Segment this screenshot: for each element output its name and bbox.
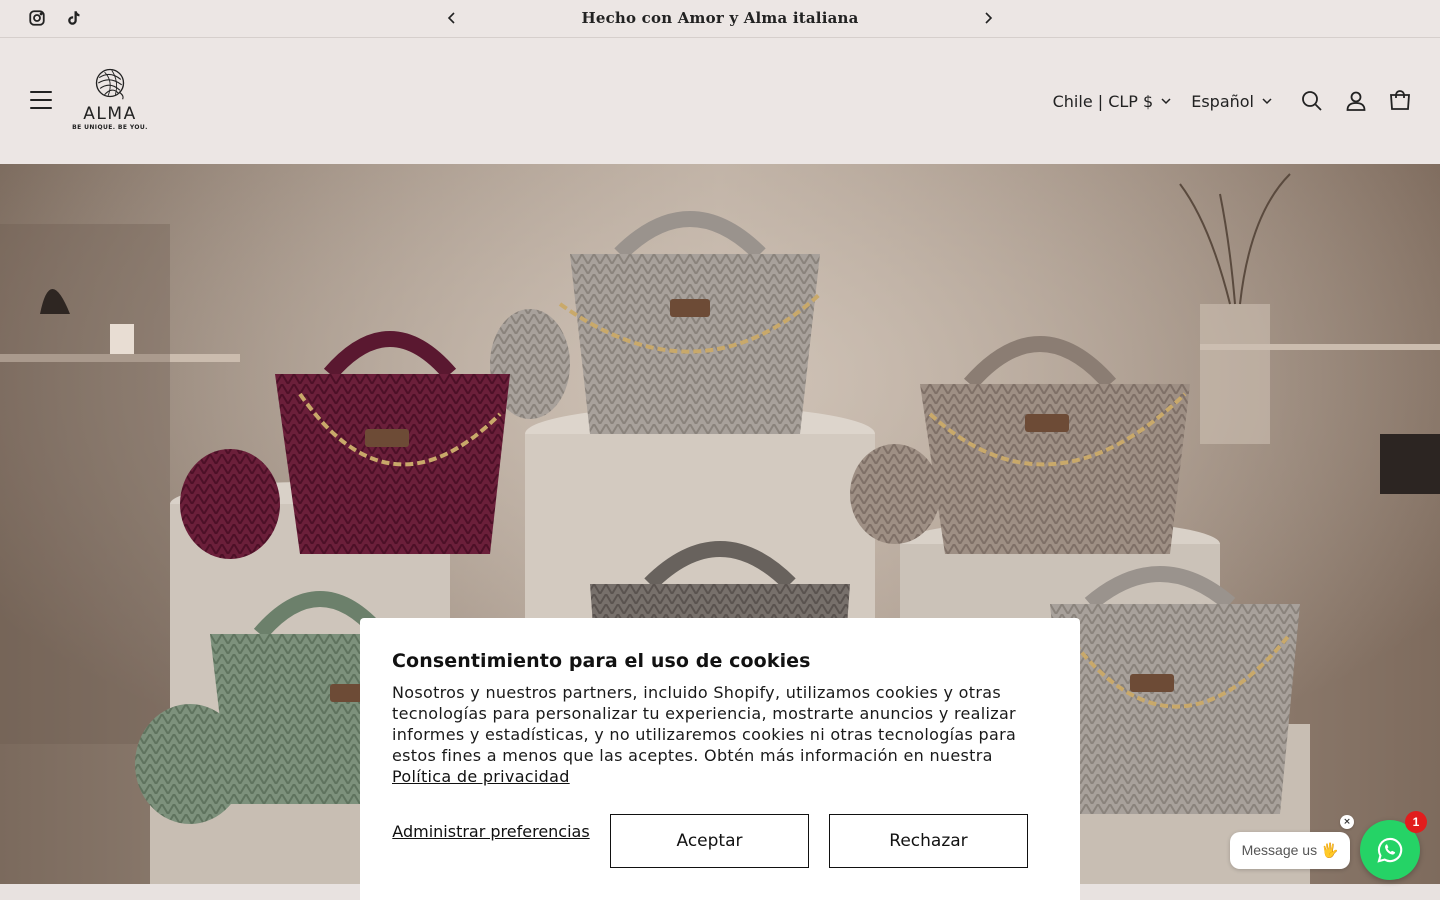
logo[interactable]: ALMA BE UNIQUE. BE YOU. bbox=[70, 65, 150, 137]
search-icon[interactable] bbox=[1300, 89, 1324, 113]
social-links bbox=[28, 9, 84, 29]
cookie-consent-dialog: Consentimiento para el uso de cookies No… bbox=[360, 618, 1080, 900]
tiktok-icon[interactable] bbox=[64, 9, 84, 29]
language-selector-label: Español bbox=[1191, 91, 1254, 111]
chevron-left-icon bbox=[447, 12, 455, 24]
instagram-icon[interactable] bbox=[28, 9, 48, 29]
manage-preferences-link[interactable]: Administrar preferencias bbox=[392, 822, 590, 841]
chat-message-bubble[interactable]: Message us 🖐 bbox=[1230, 832, 1350, 869]
cart-icon[interactable] bbox=[1388, 89, 1412, 113]
announcement-next-button[interactable] bbox=[978, 8, 998, 30]
privacy-policy-link[interactable]: Política de privacidad bbox=[392, 767, 570, 786]
cookie-body-text: Nosotros y nuestros partners, incluido S… bbox=[392, 683, 1017, 765]
chevron-right-icon bbox=[985, 12, 993, 24]
accept-button[interactable]: Aceptar bbox=[610, 814, 809, 868]
chat-notification-badge: 1 bbox=[1405, 811, 1427, 833]
reject-button[interactable]: Rechazar bbox=[829, 814, 1028, 868]
announcement-text: Hecho con Amor y Alma italiana bbox=[581, 9, 859, 27]
country-selector-label: Chile | CLP $ bbox=[1052, 91, 1154, 111]
menu-icon[interactable] bbox=[30, 91, 52, 109]
chevron-down-icon bbox=[1161, 98, 1171, 105]
whatsapp-icon bbox=[1377, 837, 1403, 863]
country-selector[interactable]: Chile | CLP $ bbox=[1053, 92, 1172, 111]
logo-tagline: BE UNIQUE. BE YOU. bbox=[72, 124, 148, 131]
announcement-bar: Hecho con Amor y Alma italiana bbox=[0, 0, 1440, 38]
language-selector[interactable]: Español bbox=[1191, 92, 1272, 111]
logo-text: ALMA bbox=[83, 104, 137, 124]
yarn-ball-icon bbox=[95, 68, 125, 100]
announcement-prev-button[interactable] bbox=[442, 8, 462, 30]
cookie-title: Consentimiento para el uso de cookies bbox=[392, 650, 811, 672]
account-icon[interactable] bbox=[1344, 89, 1368, 113]
header-actions: Chile | CLP $ Español bbox=[1053, 83, 1412, 119]
cookie-actions: Administrar preferencias Aceptar Rechaza… bbox=[392, 814, 1048, 868]
chevron-down-icon bbox=[1262, 98, 1272, 105]
cookie-body: Nosotros y nuestros partners, incluido S… bbox=[392, 682, 1048, 787]
chat-close-icon[interactable]: × bbox=[1340, 815, 1354, 829]
site-header: ALMA BE UNIQUE. BE YOU. Chile | CLP $ Es… bbox=[0, 39, 1440, 163]
